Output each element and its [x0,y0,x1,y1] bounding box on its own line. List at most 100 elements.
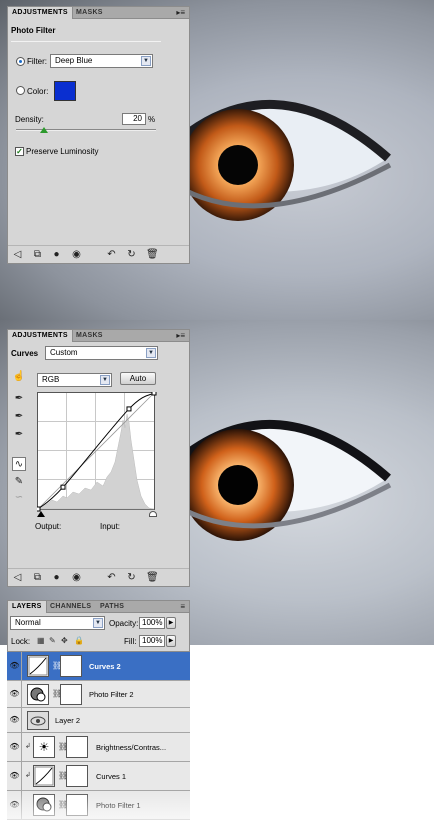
lock-label: Lock: [11,637,31,646]
blend-mode-select[interactable]: Normal ▼ [10,616,105,630]
lock-transparency-icon[interactable]: ▦ [37,636,45,645]
reset-icon[interactable]: ↻ [126,249,137,260]
input-label: Input: [100,522,121,531]
mask-icon[interactable]: ● [51,572,62,583]
curve-control-point[interactable] [126,406,132,412]
layer-mask-thumbnail[interactable] [60,655,82,677]
panel-menu-icon[interactable]: ≡ [180,602,185,611]
curves-panel: ADJUSTMENTS MASKS ▸≡ Curves Custom ▼ ☝ R… [7,329,190,587]
lock-position-icon[interactable]: ✥ [61,636,68,645]
gray-eyedropper-icon[interactable]: ✒ [12,410,26,424]
panel-tab-bar: ADJUSTMENTS MASKS ▸≡ [8,330,189,342]
output-label: Output: [35,522,62,531]
tab-masks[interactable]: MASKS [72,7,107,19]
layer-name[interactable]: Curves 2 [89,662,121,671]
preserve-luminosity-checkbox[interactable]: ✓ [15,147,24,156]
tab-layers[interactable]: LAYERS [8,601,47,613]
density-label: Density: [15,115,44,124]
panel-menu-icon[interactable]: ▸≡ [176,8,185,17]
channel-select[interactable]: RGB ▼ [37,373,112,387]
tab-channels[interactable]: CHANNELS [46,601,95,613]
layer-name[interactable]: Layer 2 [55,716,80,725]
filter-select[interactable]: Deep Blue ▼ [50,54,153,68]
divider [21,762,22,790]
tab-masks[interactable]: MASKS [72,330,107,342]
preset-select-value: Custom [50,348,78,357]
curves-adjustment-thumbnail [27,655,49,677]
hand-adjust-icon[interactable]: ☝ [12,370,26,384]
visibility-eye-icon[interactable]: 👁 [8,771,21,780]
black-point-slider[interactable] [37,511,45,517]
color-radio[interactable] [16,86,25,95]
view-previous-icon[interactable]: ↶ [106,249,117,260]
opacity-slider-button[interactable]: ▶ [166,617,176,629]
preset-select[interactable]: Custom ▼ [45,346,158,360]
curve-control-point[interactable] [60,484,66,490]
curve-points-icon[interactable]: ∿ [12,457,26,471]
trash-icon[interactable]: 🗑 [146,572,159,583]
panel-tab-bar: ADJUSTMENTS MASKS ▸≡ [8,7,189,19]
white-point-slider[interactable] [149,511,157,517]
layer-name[interactable]: Brightness/Contras... [96,743,166,752]
layer-name[interactable]: Photo Filter 2 [89,690,134,699]
layer-mask-thumbnail[interactable] [66,736,88,758]
layer-row[interactable]: 👁 ⛓ Photo Filter 1 [7,791,190,820]
auto-button[interactable]: Auto [120,372,156,385]
lock-all-icon[interactable]: 🔒 [74,636,84,645]
smooth-icon[interactable]: ∽ [12,491,26,505]
reset-icon[interactable]: ↻ [126,572,137,583]
layers-panel-header: LAYERS CHANNELS PATHS ≡ Normal ▼ Opacity… [7,600,190,652]
blend-mode-value: Normal [15,618,41,627]
fill-slider-button[interactable]: ▶ [166,635,176,647]
layer-name[interactable]: Curves 1 [96,772,126,781]
pencil-icon[interactable]: ✎ [12,475,26,489]
visibility-eye-icon[interactable]: 👁 [8,800,21,809]
clip-icon[interactable]: ⧉ [32,572,43,583]
tab-paths[interactable]: PATHS [96,601,128,613]
panel-tab-bar: LAYERS CHANNELS PATHS ≡ [8,601,189,613]
tab-adjustments[interactable]: ADJUSTMENTS [8,7,73,19]
divider [21,708,22,732]
fill-input[interactable]: 100% [139,635,165,647]
layer-mask-thumbnail[interactable] [66,765,88,787]
color-swatch[interactable] [54,81,76,101]
density-input[interactable]: 20 [122,113,146,125]
density-slider-track[interactable] [16,129,156,131]
view-previous-icon[interactable]: ↶ [106,572,117,583]
tab-adjustments[interactable]: ADJUSTMENTS [8,330,73,342]
back-arrow-icon[interactable]: ◁ [12,572,23,583]
layer-row[interactable]: 👁 ⛓ Photo Filter 2 [7,681,190,708]
visibility-eye-icon[interactable]: 👁 [8,742,21,751]
panel-menu-icon[interactable]: ▸≡ [176,331,185,340]
filter-radio[interactable] [16,57,25,66]
eye-icon[interactable]: ◉ [71,572,82,583]
visibility-eye-icon[interactable]: 👁 [8,661,21,670]
layer-name[interactable]: Photo Filter 1 [96,801,141,810]
trash-icon[interactable]: 🗑 [146,249,159,260]
chevron-down-icon: ▼ [141,56,151,66]
mask-icon[interactable]: ● [51,249,62,260]
layer-row[interactable]: 👁 Layer 2 [7,708,190,733]
visibility-eye-icon[interactable]: 👁 [8,715,21,724]
density-slider-thumb[interactable] [40,127,48,133]
white-eyedropper-icon[interactable]: ✒ [12,428,26,442]
black-eyedropper-icon[interactable]: ✒ [12,392,26,406]
visibility-eye-icon[interactable]: 👁 [8,689,21,698]
eye-icon[interactable]: ◉ [71,249,82,260]
layer-mask-thumbnail[interactable] [60,684,82,705]
layer-mask-thumbnail[interactable] [66,794,88,816]
curves-graph[interactable] [37,392,157,514]
layer-row[interactable]: 👁 ↲ ⛓ Curves 1 [7,762,190,791]
curve-control-point[interactable] [151,392,157,396]
divider [21,681,22,707]
back-arrow-icon[interactable]: ◁ [12,249,23,260]
layer-row[interactable]: 👁 ↲ ☀ ⛓ Brightness/Contras... [7,733,190,762]
color-label: Color: [27,87,49,96]
opacity-input[interactable]: 100% [139,617,165,629]
clip-icon[interactable]: ⧉ [32,249,43,260]
brightness-contrast-thumbnail: ☀ [33,736,55,758]
divider [21,733,22,761]
lock-pixels-icon[interactable]: ✎ [49,636,56,645]
photo-filter-thumbnail [33,794,55,816]
layer-row[interactable]: 👁 ⛓ Curves 2 [7,652,190,681]
